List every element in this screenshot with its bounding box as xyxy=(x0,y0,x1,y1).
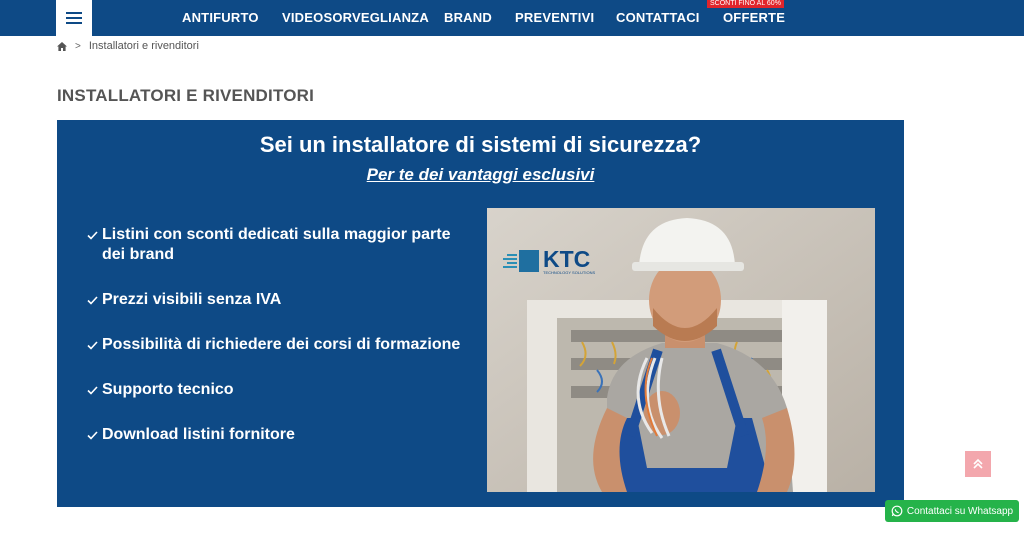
benefit-item: Listini con sconti dedicati sulla maggio… xyxy=(87,225,467,265)
breadcrumb-separator: > xyxy=(75,40,81,52)
benefit-text: Prezzi visibili senza IVA xyxy=(102,291,282,308)
benefit-item: Download listini fornitore xyxy=(87,425,467,445)
top-navigation: ANTIFURTO VIDEOSORVEGLIANZA BRAND PREVEN… xyxy=(0,0,1024,36)
menu-button[interactable] xyxy=(56,0,92,36)
menu-icon xyxy=(66,12,82,24)
promo-badge: SCONTI FINO AL 60% xyxy=(707,0,784,8)
check-icon xyxy=(87,290,98,310)
benefit-item: Possibilità di richiedere dei corsi di f… xyxy=(87,335,467,355)
home-icon[interactable] xyxy=(57,41,67,51)
nav-item-videosorveglianza[interactable]: VIDEOSORVEGLIANZA xyxy=(282,10,429,25)
back-to-top-button[interactable] xyxy=(965,451,991,477)
whatsapp-button[interactable]: Contattaci su Whatsapp xyxy=(885,500,1019,522)
installer-banner: Sei un installatore di sistemi di sicure… xyxy=(57,120,904,507)
benefit-item: Prezzi visibili senza IVA xyxy=(87,290,467,310)
breadcrumb: > Installatori e rivenditori xyxy=(57,39,199,53)
check-icon xyxy=(87,425,98,445)
benefit-item: Supporto tecnico xyxy=(87,380,467,400)
benefit-text: Download listini fornitore xyxy=(102,426,295,443)
benefit-text: Possibilità di richiedere dei corsi di f… xyxy=(102,336,461,353)
benefit-text: Listini con sconti dedicati sulla maggio… xyxy=(102,226,451,263)
nav-item-preventivi[interactable]: PREVENTIVI xyxy=(515,10,594,25)
check-icon xyxy=(87,335,98,355)
breadcrumb-current: Installatori e rivenditori xyxy=(88,40,199,52)
ktc-logo-tagline: TECHNOLOGY SOLUTIONS xyxy=(543,270,596,275)
benefit-text: Supporto tecnico xyxy=(102,381,234,398)
nav-item-brand[interactable]: BRAND xyxy=(444,10,492,25)
nav-item-antifurto[interactable]: ANTIFURTO xyxy=(182,10,259,25)
check-icon xyxy=(87,380,98,400)
whatsapp-label: Contattaci su Whatsapp xyxy=(906,505,1014,517)
chevron-up-icon xyxy=(973,458,983,469)
ktc-logo-text: KTC xyxy=(543,246,591,272)
installer-photo: KTC TECHNOLOGY SOLUTIONS xyxy=(487,208,875,492)
banner-subheading: Per te dei vantaggi esclusivi xyxy=(366,165,595,184)
page-title: INSTALLATORI E RIVENDITORI xyxy=(57,86,315,105)
nav-item-contattaci[interactable]: CONTATTACI xyxy=(616,10,700,25)
banner-heading: Sei un installatore di sistemi di sicure… xyxy=(259,132,702,157)
nav-item-offerte[interactable]: OFFERTE xyxy=(723,10,785,25)
whatsapp-icon xyxy=(891,505,903,517)
check-icon xyxy=(87,225,98,245)
